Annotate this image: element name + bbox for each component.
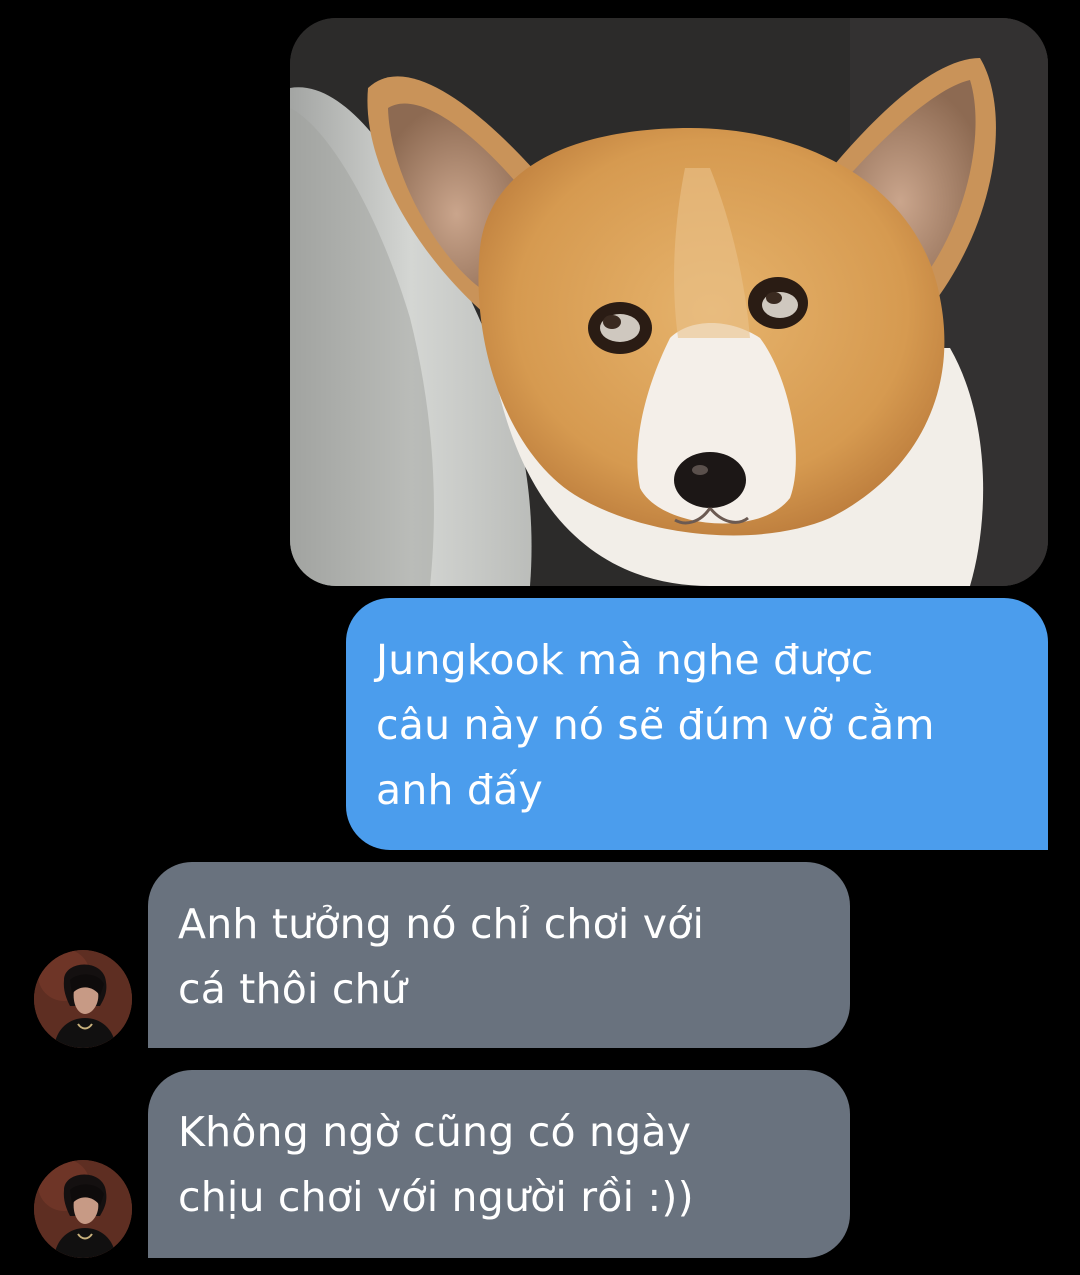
message-text: cá thôi chứ — [178, 965, 407, 1013]
corgi-photo-message[interactable] — [290, 18, 1048, 586]
message-text: chịu chơi với người rồi :)) — [178, 1173, 694, 1221]
message-text: Không ngờ cũng có ngày — [178, 1108, 692, 1156]
avatar-portrait-icon — [34, 950, 132, 1048]
message-text: câu này nó sẽ đúm vỡ cằm — [376, 701, 935, 749]
avatar-portrait-icon — [34, 1160, 132, 1258]
contact-avatar[interactable] — [34, 950, 132, 1048]
sent-message-bubble[interactable]: Jungkook mà nghe được câu này nó sẽ đúm … — [346, 598, 1048, 850]
message-text: anh đấy — [376, 766, 543, 814]
corgi-photo — [290, 18, 1048, 586]
contact-avatar[interactable] — [34, 1160, 132, 1258]
received-message-bubble[interactable]: Anh tưởng nó chỉ chơi với cá thôi chứ — [148, 862, 850, 1048]
received-message-bubble[interactable]: Không ngờ cũng có ngày chịu chơi với ngư… — [148, 1070, 850, 1258]
message-text: Anh tưởng nó chỉ chơi với — [178, 900, 705, 948]
message-text: Jungkook mà nghe được — [376, 636, 874, 684]
